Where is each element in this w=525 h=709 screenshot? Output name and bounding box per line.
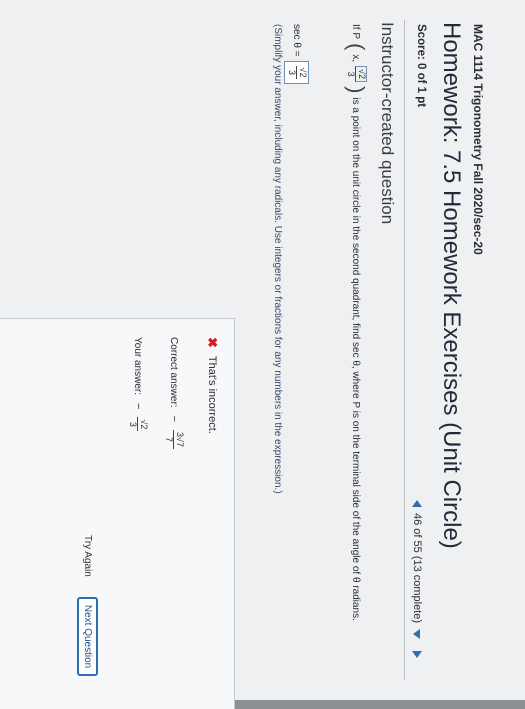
answer-input[interactable]: √2 3 — [284, 60, 309, 85]
feedback-status: That's incorrect. — [206, 355, 218, 434]
correct-answer-numerator: 3√7 — [173, 430, 185, 449]
prompt-x: x, — [350, 54, 362, 63]
prompt-prefix: If P — [350, 24, 362, 40]
correct-answer-sign: − — [167, 415, 180, 423]
section-title: Instructor-created question — [378, 22, 397, 225]
point-y-numerator: √2 — [355, 66, 367, 83]
your-answer-row: Your answer: − √2 3 — [127, 337, 149, 432]
correct-answer-label: Correct answer: — [168, 337, 180, 408]
course-name: MAC 1114 Trigonometry Fall 2020/sec-20 — [471, 24, 485, 255]
next-question-icon[interactable] — [412, 651, 422, 659]
question-list-dropdown-icon[interactable] — [413, 629, 421, 640]
correct-answer-fraction: 3√7 7 — [163, 430, 185, 449]
try-again-button[interactable]: Try Again — [81, 529, 94, 583]
your-answer-label: Your answer: — [132, 337, 144, 395]
progress-text: 46 of 55 (13 complete) — [411, 513, 423, 624]
close-paren: ) — [344, 86, 369, 94]
homework-screen: MAC 1114 Trigonometry Fall 2020/sec-20 H… — [0, 0, 525, 709]
answer-fraction: √2 3 — [286, 65, 308, 80]
page-title: Homework: 7.5 Homework Exercises (Unit C… — [438, 22, 465, 549]
prompt-suffix: is a point on the unit circle in the sec… — [350, 97, 362, 621]
correct-answer-denominator: 7 — [164, 436, 175, 442]
feedback-header: ✖ That's incorrect. — [204, 337, 220, 434]
incorrect-x-icon: ✖ — [205, 337, 220, 348]
point-y-denominator: 3 — [346, 71, 356, 77]
correct-answer-row: Correct answer: − 3√7 7 — [163, 337, 185, 449]
previous-question-icon[interactable] — [412, 500, 422, 507]
your-answer-fraction: √2 3 — [127, 417, 149, 432]
score-label: Score: 0 of 1 pt — [415, 24, 427, 108]
your-answer-denominator: 3 — [128, 421, 139, 427]
answer-numerator: √2 — [296, 65, 308, 80]
answer-row: sec θ = √2 3 — [284, 24, 309, 85]
point-y-fraction: √2 3 — [345, 66, 367, 83]
your-answer-numerator: √2 — [137, 417, 149, 432]
answer-hint: (Simplify your answer, including any rad… — [272, 24, 283, 494]
answer-label: sec θ = — [291, 24, 303, 57]
next-question-button[interactable]: Next Question — [77, 596, 98, 677]
your-answer-sign: − — [131, 403, 144, 410]
feedback-panel: ✖ That's incorrect. Correct answer: − 3√… — [0, 318, 235, 709]
open-paren: ( — [344, 43, 369, 51]
question-prompt: If P ( x, √2 3 ) is a point on the unit … — [344, 24, 369, 621]
answer-denominator: 3 — [287, 70, 298, 76]
feedback-actions: Try Again Next Question — [77, 529, 98, 677]
question-navigator: 46 of 55 (13 complete) — [411, 500, 423, 659]
header-divider — [404, 20, 405, 680]
